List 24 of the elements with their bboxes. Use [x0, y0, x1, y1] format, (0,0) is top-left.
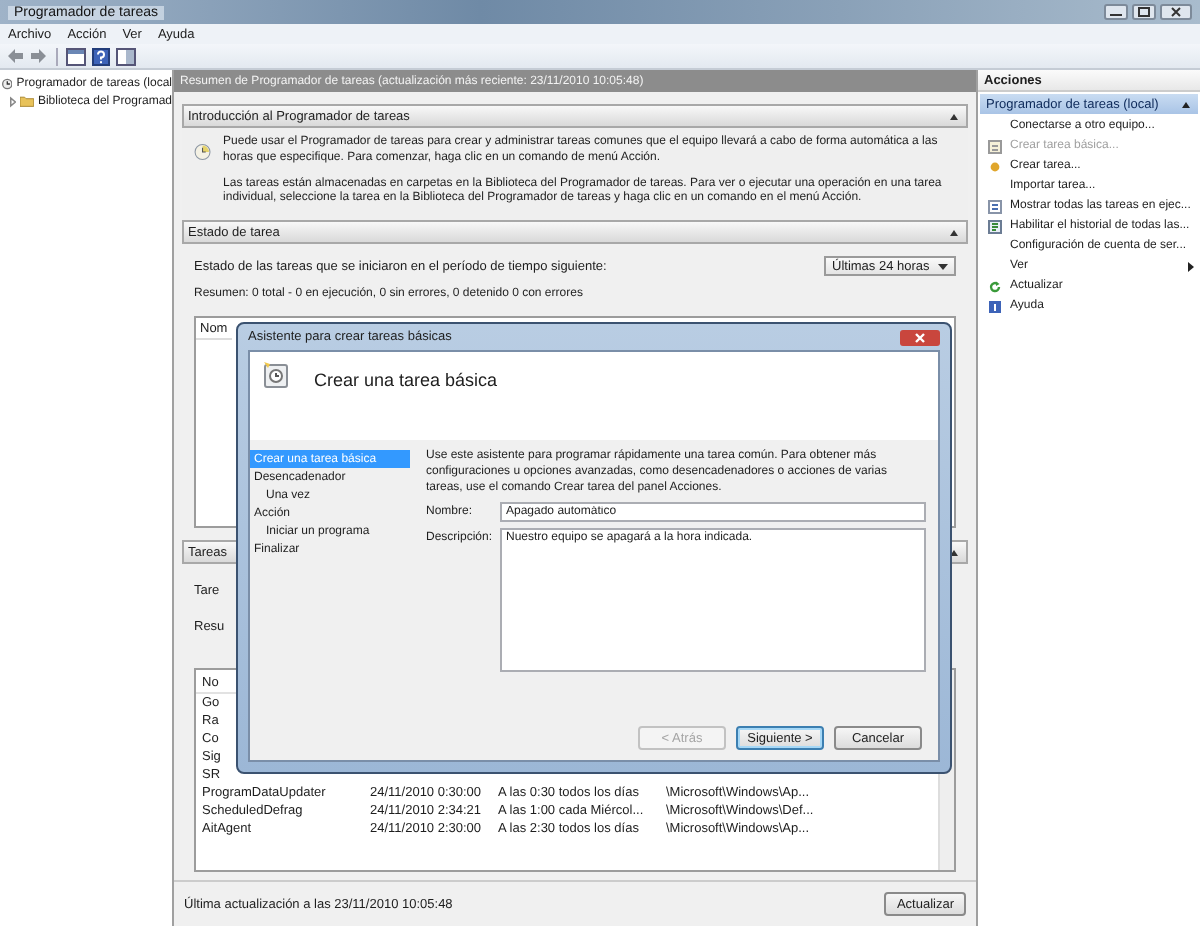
log-icon	[987, 219, 1001, 233]
maximize-icon[interactable]	[1132, 4, 1156, 20]
folder-icon	[20, 94, 34, 108]
close-icon[interactable]	[1160, 4, 1192, 20]
panel-icon[interactable]	[66, 47, 86, 65]
clock-icon	[2, 75, 13, 91]
expand-arrow-icon[interactable]	[10, 95, 17, 107]
help-icon[interactable]	[92, 47, 110, 65]
minimize-icon[interactable]	[1104, 4, 1128, 20]
help-icon	[987, 299, 1001, 313]
panel-icon[interactable]	[116, 47, 136, 65]
refresh-icon	[987, 279, 1001, 293]
close-icon[interactable]	[900, 329, 940, 345]
back-icon[interactable]	[6, 48, 24, 64]
task-wizard-icon	[262, 360, 290, 388]
submenu-arrow-icon	[1188, 261, 1194, 271]
task-icon	[987, 139, 1001, 153]
dropdown-arrow-icon	[938, 263, 948, 270]
forward-icon[interactable]	[30, 48, 48, 64]
collapse-icon[interactable]	[950, 113, 958, 119]
dialog-heading: Crear una tarea básica	[314, 370, 498, 390]
list-icon	[987, 199, 1001, 213]
collapse-icon[interactable]	[950, 229, 958, 236]
collapse-icon[interactable]	[1182, 101, 1190, 107]
